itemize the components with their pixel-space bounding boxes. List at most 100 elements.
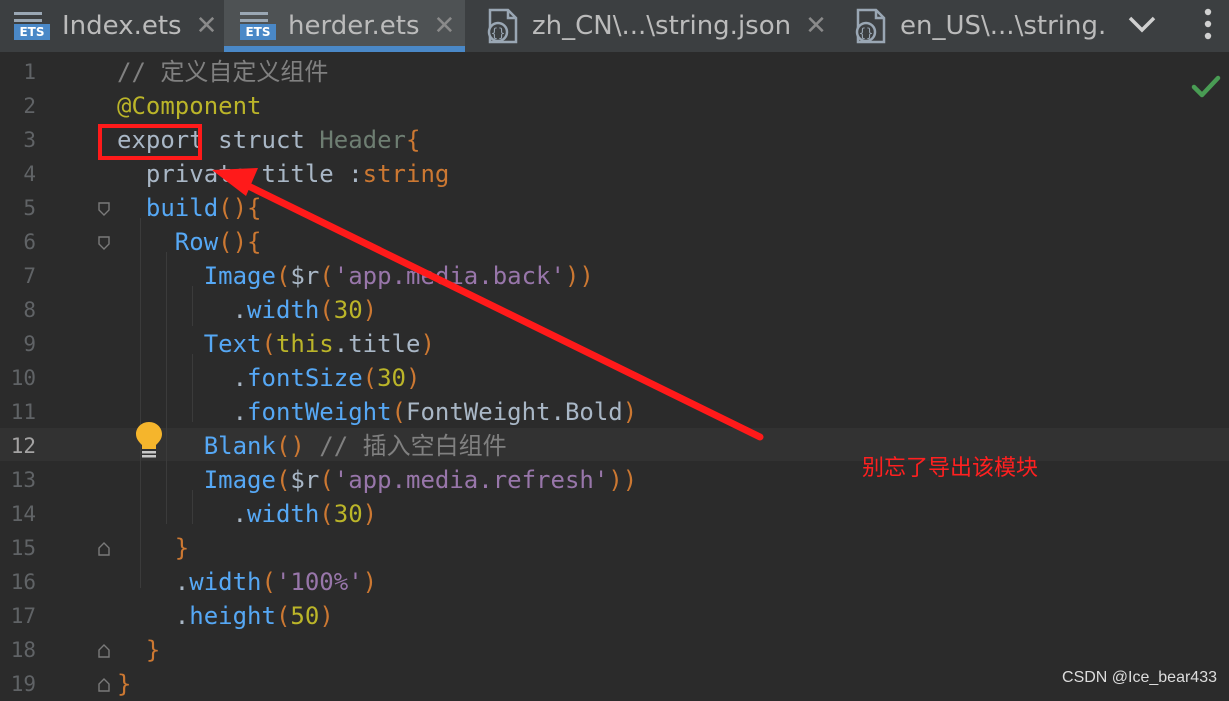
code-line[interactable]: } bbox=[117, 633, 160, 667]
code-token: ( bbox=[261, 568, 276, 596]
code-token: height bbox=[189, 602, 276, 630]
code-token: width bbox=[247, 500, 320, 528]
code-line[interactable]: .width(30) bbox=[117, 497, 378, 531]
code-line[interactable]: build(){ bbox=[117, 191, 262, 225]
close-icon[interactable]: ✕ bbox=[434, 11, 456, 41]
code-token: FontWeight.Bold bbox=[406, 398, 623, 426]
tab-zh-cn-string-json[interactable]: {} zh_CN\...\string.json ✕ bbox=[486, 0, 827, 52]
code-token: ) bbox=[362, 568, 378, 596]
code-line[interactable]: .width(30) bbox=[117, 293, 378, 327]
code-token: ( bbox=[275, 262, 291, 290]
vertical-ellipsis-icon[interactable] bbox=[1196, 4, 1220, 44]
code-line[interactable]: @Component bbox=[117, 89, 262, 123]
code-token: private title : bbox=[117, 160, 363, 188]
export-highlight-box bbox=[98, 124, 202, 160]
code-token: 30 bbox=[333, 296, 363, 324]
code-token: ( bbox=[319, 296, 334, 324]
fold-marker-icon[interactable] bbox=[98, 236, 110, 250]
indent-guide bbox=[166, 252, 167, 524]
code-token: } bbox=[117, 534, 190, 562]
svg-text:{}: {} bbox=[859, 26, 873, 40]
code-token: // 定义自定义组件 bbox=[117, 58, 329, 86]
indent-guide bbox=[192, 490, 193, 524]
line-number: 17 bbox=[10, 604, 36, 628]
indent-guide bbox=[192, 354, 193, 422]
json-file-icon: {} bbox=[854, 8, 888, 44]
code-line[interactable]: private title :string bbox=[117, 157, 449, 191]
tab-label: Index.ets bbox=[62, 11, 182, 41]
line-number: 16 bbox=[10, 570, 36, 594]
code-token: ( bbox=[391, 398, 406, 426]
code-token: ( bbox=[261, 330, 276, 358]
code-token: ( bbox=[319, 262, 334, 290]
code-token: 30 bbox=[377, 364, 406, 392]
ets-file-icon: ETS bbox=[240, 12, 276, 40]
tab-label: zh_CN\...\string.json bbox=[532, 11, 792, 41]
check-icon[interactable] bbox=[1191, 74, 1221, 100]
code-line[interactable]: } bbox=[117, 531, 189, 565]
code-token: ) bbox=[319, 602, 334, 630]
code-token: ( bbox=[319, 466, 334, 494]
code-token: width bbox=[189, 568, 262, 596]
line-number: 4 bbox=[23, 162, 36, 186]
code-line[interactable]: Blank() // 插入空白组件 bbox=[117, 429, 507, 463]
code-token: Row bbox=[117, 228, 219, 256]
close-icon[interactable]: ✕ bbox=[196, 11, 218, 41]
line-number: 18 bbox=[10, 638, 36, 662]
code-token: . bbox=[117, 364, 248, 392]
code-token: ( bbox=[275, 602, 291, 630]
tab-herder-ets[interactable]: ETS herder.ets ✕ bbox=[224, 0, 465, 52]
code-line[interactable]: .width('100%') bbox=[117, 565, 377, 599]
code-token: Text bbox=[117, 330, 262, 358]
code-token: (){ bbox=[218, 228, 262, 256]
tab-en-us-string-json[interactable]: {} en_US\...\string.j bbox=[854, 0, 1104, 52]
code-token: )) bbox=[564, 262, 594, 290]
code-token: build bbox=[117, 194, 219, 222]
code-token: (){ bbox=[218, 194, 262, 222]
code-token: @Component bbox=[117, 92, 262, 120]
code-line[interactable]: .fontSize(30) bbox=[117, 361, 421, 395]
code-token: } bbox=[117, 670, 132, 698]
code-token: 'app.media.back' bbox=[333, 262, 565, 290]
json-file-icon: {} bbox=[486, 8, 520, 44]
code-token: ( bbox=[362, 364, 378, 392]
code-token: . bbox=[117, 296, 248, 324]
code-token: . bbox=[117, 500, 248, 528]
code-line[interactable]: .height(50) bbox=[117, 599, 334, 633]
code-line[interactable]: } bbox=[117, 667, 131, 701]
code-token: string bbox=[362, 160, 450, 188]
code-token: . bbox=[117, 602, 190, 630]
code-line[interactable]: .fontWeight(FontWeight.Bold) bbox=[117, 395, 638, 429]
code-token: ) bbox=[362, 296, 378, 324]
code-line[interactable]: Row(){ bbox=[117, 225, 262, 259]
fold-marker-icon[interactable] bbox=[98, 678, 110, 692]
code-line[interactable]: Image($r('app.media.back')) bbox=[117, 259, 594, 293]
lightbulb-icon[interactable] bbox=[134, 420, 164, 460]
code-token: { bbox=[406, 126, 421, 154]
close-icon[interactable]: ✕ bbox=[805, 11, 827, 41]
line-number: 2 bbox=[23, 94, 36, 118]
code-token: struct bbox=[218, 126, 305, 154]
ets-file-icon: ETS bbox=[14, 12, 50, 40]
editor-tab-bar: ETS Index.ets ✕ ETS herder.ets ✕ {} zh_C… bbox=[0, 0, 1229, 52]
chevron-down-icon[interactable] bbox=[1122, 4, 1162, 44]
line-number: 6 bbox=[23, 230, 36, 254]
line-number: 19 bbox=[10, 672, 36, 696]
fold-marker-icon[interactable] bbox=[98, 202, 110, 216]
line-number: 11 bbox=[10, 400, 36, 424]
code-token: ) bbox=[420, 330, 435, 358]
fold-marker-icon[interactable] bbox=[98, 644, 110, 658]
code-line[interactable]: Text(this.title) bbox=[117, 327, 435, 361]
code-line[interactable]: Image($r('app.media.refresh')) bbox=[117, 463, 638, 497]
code-token: ) bbox=[406, 364, 421, 392]
code-token: fontSize bbox=[247, 364, 363, 392]
code-token: this bbox=[275, 330, 334, 358]
code-token: )) bbox=[608, 466, 638, 494]
line-number: 15 bbox=[10, 536, 36, 560]
code-line[interactable]: // 定义自定义组件 bbox=[117, 55, 328, 89]
fold-marker-icon[interactable] bbox=[98, 542, 110, 556]
line-number: 8 bbox=[23, 298, 36, 322]
tab-index-ets[interactable]: ETS Index.ets ✕ bbox=[14, 0, 220, 52]
